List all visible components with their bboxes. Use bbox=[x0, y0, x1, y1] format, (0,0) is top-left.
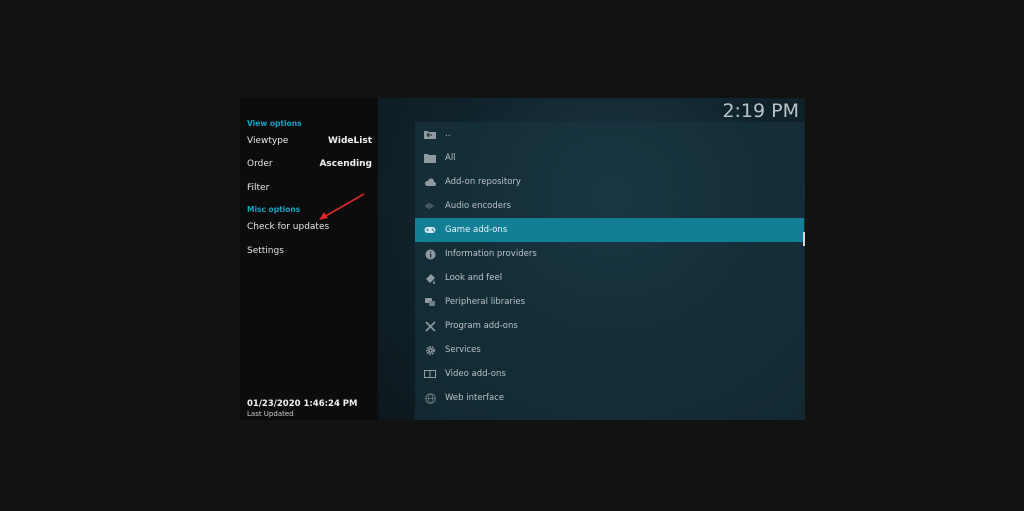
globe-icon bbox=[423, 391, 437, 405]
list-item-label: Look and feel bbox=[445, 273, 503, 283]
view-options-title: View options bbox=[247, 119, 302, 128]
list-item-web-interface[interactable]: Web interface bbox=[415, 386, 804, 410]
list-item-label: Peripheral libraries bbox=[445, 297, 526, 307]
list-item-all[interactable]: All bbox=[415, 146, 804, 170]
list-item-label: Services bbox=[445, 345, 481, 355]
last-updated-label: Last Updated bbox=[247, 410, 294, 418]
list-item-label: Add-on repository bbox=[445, 177, 521, 187]
folder-icon bbox=[423, 151, 437, 165]
check-for-updates-label: Check for updates bbox=[247, 222, 330, 232]
list-item-services[interactable]: Services bbox=[415, 338, 804, 362]
settings-option[interactable]: Settings bbox=[247, 244, 372, 258]
tools-icon bbox=[423, 319, 437, 333]
list-item-label: Audio encoders bbox=[445, 201, 511, 211]
addon-list-panel: 2:19 PM .. All Add-on repository Audio e bbox=[378, 98, 805, 420]
list-item-add-on-repository[interactable]: Add-on repository bbox=[415, 170, 804, 194]
list-item-program-add-ons[interactable]: Program add-ons bbox=[415, 314, 804, 338]
options-sidebar: View options Viewtype WideList Order Asc… bbox=[240, 98, 378, 420]
audio-wave-icon bbox=[423, 199, 437, 213]
list-item-label: Information providers bbox=[445, 249, 537, 259]
peripheral-icon bbox=[423, 295, 437, 309]
list-item-parent-folder[interactable]: .. bbox=[415, 122, 804, 146]
misc-options-title: Misc options bbox=[247, 205, 301, 214]
list-item-label: Video add-ons bbox=[445, 369, 506, 379]
cloud-icon bbox=[423, 175, 437, 189]
back-folder-icon bbox=[423, 127, 437, 141]
viewtype-label: Viewtype bbox=[247, 136, 289, 146]
check-for-updates-option[interactable]: Check for updates bbox=[247, 220, 372, 234]
filter-label: Filter bbox=[247, 183, 270, 193]
list-item-peripheral-libraries[interactable]: Peripheral libraries bbox=[415, 290, 804, 314]
clock: 2:19 PM bbox=[722, 100, 799, 122]
gamepad-icon bbox=[423, 223, 437, 237]
kodi-addon-browser: View options Viewtype WideList Order Asc… bbox=[240, 98, 805, 420]
scroll-indicator[interactable] bbox=[803, 232, 805, 246]
viewtype-value: WideList bbox=[327, 136, 372, 146]
last-updated-value: 01/23/2020 1:46:24 PM bbox=[247, 399, 358, 409]
gear-icon bbox=[423, 343, 437, 357]
order-value: Ascending bbox=[319, 159, 372, 169]
viewtype-option[interactable]: Viewtype WideList bbox=[247, 134, 372, 148]
list-item-video-add-ons[interactable]: Video add-ons bbox=[415, 362, 804, 386]
order-label: Order bbox=[247, 159, 273, 169]
list-item-information-providers[interactable]: Information providers bbox=[415, 242, 804, 266]
info-icon bbox=[423, 247, 437, 261]
list-item-game-add-ons[interactable]: Game add-ons bbox=[415, 218, 804, 242]
list-item-label: .. bbox=[445, 129, 451, 139]
list-item-label: Game add-ons bbox=[445, 225, 508, 235]
list-item-look-and-feel[interactable]: Look and feel bbox=[415, 266, 804, 290]
list-item-label: All bbox=[445, 153, 456, 163]
paint-icon bbox=[423, 271, 437, 285]
list-item-label: Program add-ons bbox=[445, 321, 518, 331]
settings-label: Settings bbox=[247, 246, 284, 256]
order-option[interactable]: Order Ascending bbox=[247, 157, 372, 171]
red-arrow-annotation bbox=[319, 193, 365, 220]
film-icon bbox=[423, 367, 437, 381]
list-item-audio-encoders[interactable]: Audio encoders bbox=[415, 194, 804, 218]
list-item-label: Web interface bbox=[445, 393, 505, 403]
